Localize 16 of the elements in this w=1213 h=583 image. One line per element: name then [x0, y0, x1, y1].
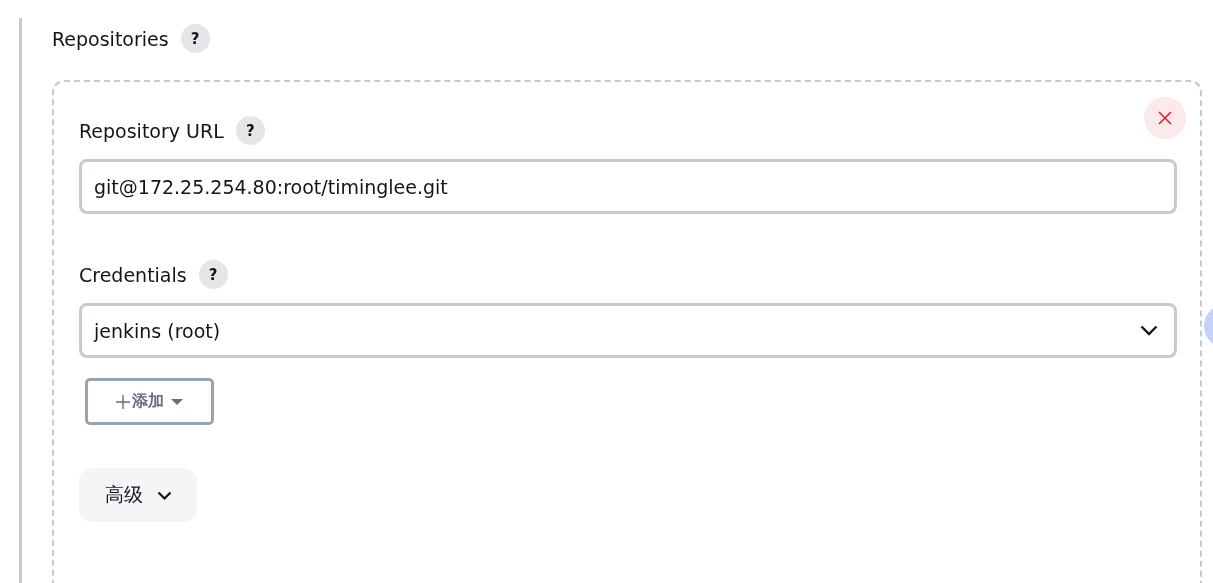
chevron-icon: [156, 490, 172, 500]
help-icon[interactable]: ?: [235, 116, 265, 145]
close-button[interactable]: [1144, 97, 1186, 139]
field-label: Credentials: [79, 263, 187, 286]
section-label: Repositories: [52, 27, 169, 50]
field-label: Repository URL: [79, 119, 224, 142]
close-icon: [1158, 111, 1172, 125]
add-button[interactable]: 添加: [85, 378, 214, 425]
caret-icon: [169, 397, 184, 406]
advanced-button[interactable]: 高级: [79, 468, 197, 522]
repository-url-field[interactable]: git@172.25.254.80:root/timinglee.git: [79, 159, 1177, 214]
help-icon[interactable]: ?: [180, 24, 210, 53]
help-icon[interactable]: ?: [198, 260, 228, 289]
plus-icon: [115, 394, 130, 409]
chevron-down-icon: [1140, 325, 1158, 336]
credentials-select[interactable]: jenkins (root): [79, 303, 1177, 358]
